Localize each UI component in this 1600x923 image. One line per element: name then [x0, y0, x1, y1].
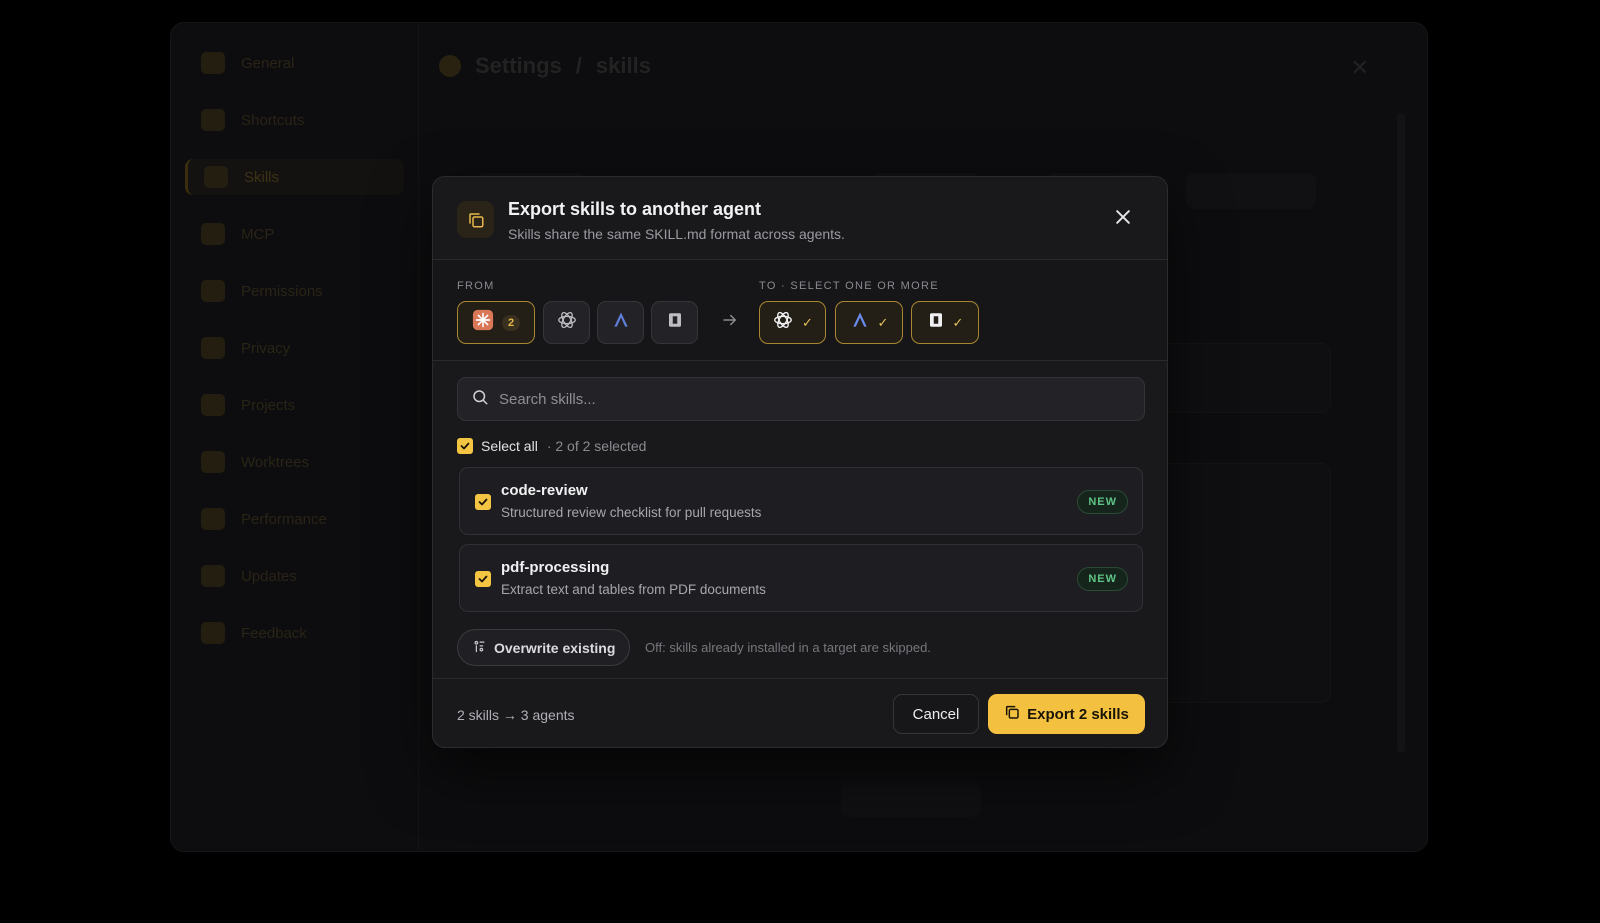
search-input[interactable] [499, 390, 1119, 408]
sidebar-item-permissions: Permissions [185, 273, 404, 309]
dialog-subtitle: Skills share the same SKILL.md format ac… [508, 226, 845, 242]
new-badge: NEW [1077, 567, 1128, 591]
sidebar-item-label: Worktrees [241, 453, 310, 471]
overwrite-note: Off: skills already installed in a targe… [645, 640, 931, 655]
openai-icon [772, 309, 794, 336]
claude-icon [472, 309, 494, 336]
select-all-row: Select all · 2 of 2 selected [457, 438, 646, 454]
from-agent-terminal[interactable] [651, 301, 698, 344]
background-breadcrumb: Settings / skills [439, 53, 651, 79]
settings-icon [439, 55, 461, 77]
from-agent-openai[interactable] [543, 301, 590, 344]
sidebar-item-projects: Projects [185, 387, 404, 423]
sidebar-item-label: Permissions [241, 282, 323, 300]
to-label: TO · SELECT ONE OR MORE [759, 280, 939, 292]
sidebar-item-label: Skills [244, 168, 280, 186]
sidebar-icon [201, 52, 225, 74]
sidebar-item-updates: Updates [185, 558, 404, 594]
sidebar-item-performance: Performance [185, 501, 404, 537]
sidebar-icon [201, 223, 225, 245]
breadcrumb-current: skills [595, 53, 651, 78]
toggle-off-icon [472, 639, 487, 657]
settings-sidebar: General Shortcuts Skills MCP Permissions… [171, 23, 419, 851]
dialog-title: Export skills to another agent [508, 199, 762, 219]
sidebar-item-feedback: Feedback [185, 615, 404, 651]
background-done-button [841, 783, 981, 817]
skill-checkbox[interactable] [475, 571, 491, 587]
from-label: FROM [457, 280, 495, 292]
sidebar-item-general: General [185, 45, 404, 81]
arrow-right-icon [721, 311, 739, 334]
sidebar-icon [201, 109, 225, 131]
sidebar-icon [201, 394, 225, 416]
skill-row-pdf-processing[interactable]: pdf-processing Extract text and tables f… [459, 544, 1143, 612]
sidebar-item-label: Privacy [241, 339, 291, 357]
dialog-header: Export skills to another agent Skills sh… [433, 177, 1167, 260]
breadcrumb-separator: / [575, 53, 582, 78]
to-agent-openai[interactable]: ✓ [759, 301, 826, 344]
sidebar-item-label: Updates [241, 567, 297, 585]
search-icon [471, 388, 489, 411]
export-skills-dialog: Export skills to another agent Skills sh… [432, 176, 1168, 748]
sidebar-item-label: Shortcuts [241, 111, 305, 129]
skill-description: Extract text and tables from PDF documen… [501, 582, 766, 597]
sidebar-icon [201, 622, 225, 644]
close-icon [1116, 210, 1130, 224]
skill-name: code-review [501, 482, 588, 499]
agent-selection: FROM TO · SELECT ONE OR MORE 2 ✓ ✓ ✓ [433, 260, 1167, 361]
background-scrollbar [1397, 113, 1405, 753]
terminal-square-icon [927, 311, 945, 334]
sidebar-item-mcp: MCP [185, 216, 404, 252]
close-button[interactable] [1111, 205, 1135, 229]
from-agent-navigator[interactable] [597, 301, 644, 344]
skill-checkbox[interactable] [475, 494, 491, 510]
sidebar-icon [204, 166, 228, 188]
search-field[interactable] [457, 377, 1145, 421]
sidebar-item-worktrees: Worktrees [185, 444, 404, 480]
overwrite-label: Overwrite existing [494, 639, 616, 656]
navigator-icon [850, 310, 870, 335]
sidebar-item-label: General [241, 54, 295, 72]
skill-row-code-review[interactable]: code-review Structured review checklist … [459, 467, 1143, 535]
sidebar-item-shortcuts: Shortcuts [185, 102, 404, 138]
sidebar-item-label: Projects [241, 396, 296, 414]
select-all-label[interactable]: Select all [481, 438, 538, 454]
sidebar-item-label: Performance [241, 510, 327, 528]
selection-count: · 2 of 2 selected [546, 438, 647, 454]
terminal-square-icon [666, 311, 684, 334]
breadcrumb-root: Settings [475, 53, 562, 78]
background-close-icon: ✕ [1350, 55, 1369, 80]
navigator-icon [611, 310, 631, 335]
copy-icon [1004, 704, 1020, 724]
select-all-checkbox[interactable] [457, 438, 473, 454]
checkmark-icon: ✓ [877, 314, 889, 330]
sidebar-item-label: Feedback [241, 624, 307, 642]
from-agent-claude[interactable]: 2 [457, 301, 535, 344]
skill-description: Structured review checklist for pull req… [501, 505, 762, 520]
dialog-footer: 2 skills → 3 agents Cancel Export 2 skil… [433, 678, 1167, 748]
sidebar-icon [201, 508, 225, 530]
cancel-button[interactable]: Cancel [893, 694, 979, 734]
sidebar-icon [201, 565, 225, 587]
export-button[interactable]: Export 2 skills [988, 694, 1145, 734]
sidebar-item-privacy: Privacy [185, 330, 404, 366]
new-badge: NEW [1077, 490, 1128, 514]
export-summary: 2 skills → 3 agents [457, 707, 575, 723]
sidebar-icon [201, 451, 225, 473]
sidebar-item-label: MCP [241, 225, 275, 243]
sidebar-icon [201, 337, 225, 359]
background-tab [1186, 173, 1316, 209]
checkmark-icon: ✓ [802, 314, 813, 330]
checkmark-icon: ✓ [952, 314, 964, 330]
sidebar-icon [201, 280, 225, 302]
export-button-label: Export 2 skills [1027, 705, 1129, 723]
sidebar-item-skills: Skills [185, 159, 404, 195]
skill-count-badge: 2 [501, 314, 521, 331]
skill-name: pdf-processing [501, 559, 610, 576]
to-agent-navigator[interactable]: ✓ [835, 301, 903, 344]
openai-icon [556, 309, 578, 336]
to-agent-terminal[interactable]: ✓ [911, 301, 979, 344]
overwrite-existing-toggle[interactable]: Overwrite existing [457, 629, 631, 666]
copy-icon [457, 201, 494, 238]
